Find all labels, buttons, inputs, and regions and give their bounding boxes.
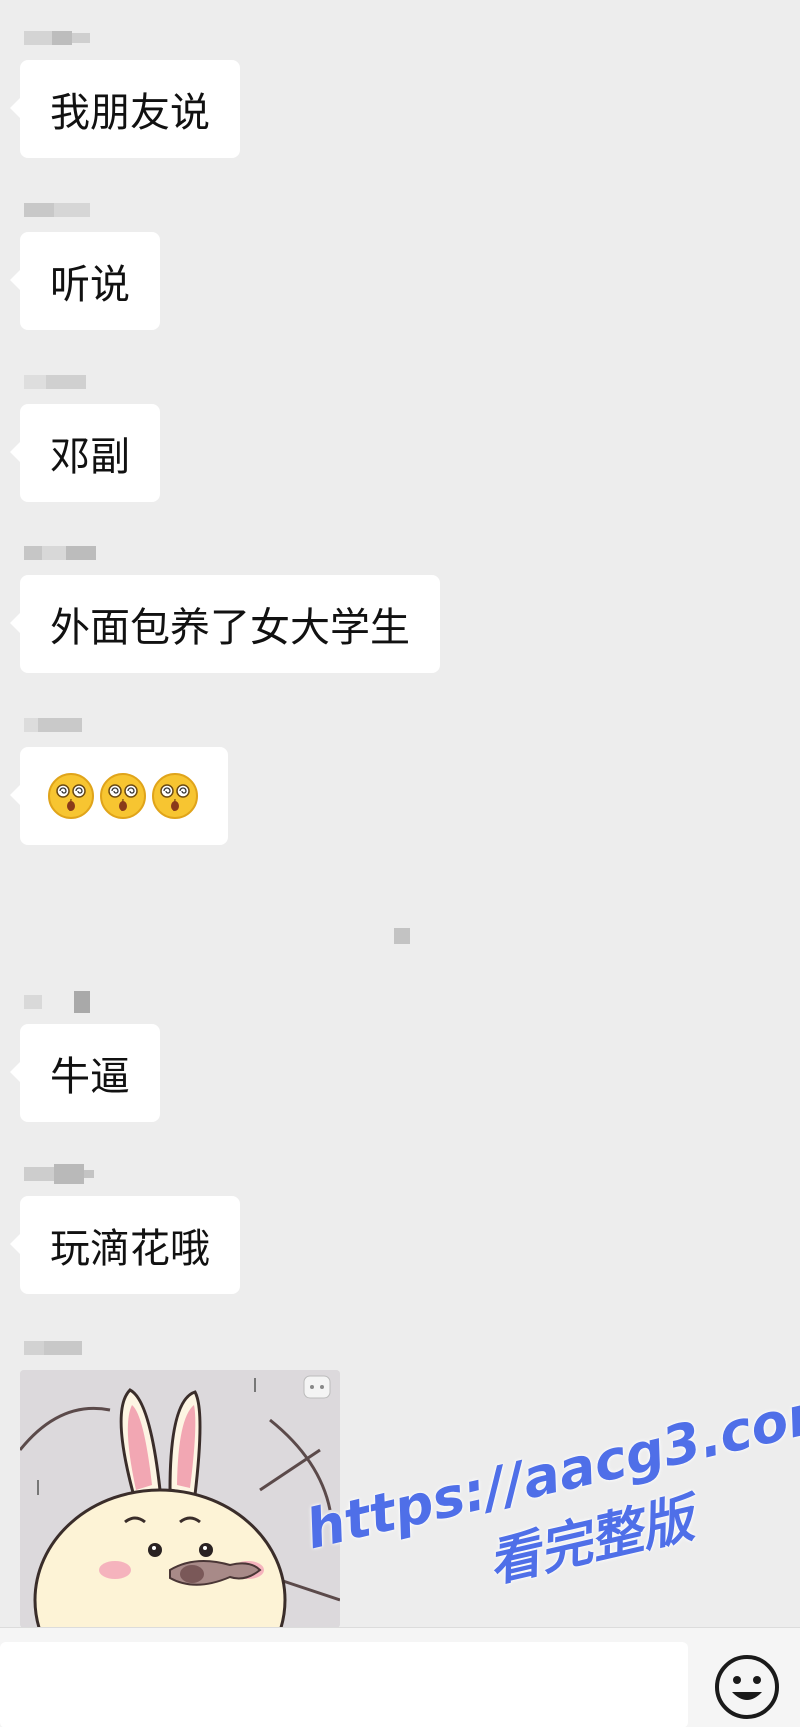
message-row — [10, 717, 228, 845]
message-bubble[interactable]: 外面包养了女大学生 — [10, 575, 440, 673]
sender-name-pixelated — [24, 374, 160, 390]
sender-name-pixelated — [24, 717, 228, 733]
chat-input-bar — [0, 1627, 800, 1727]
message-text: 牛逼 — [50, 1054, 130, 1100]
sender-name-pixelated — [24, 991, 160, 1013]
dizzy-coin-face-emoji — [100, 773, 146, 819]
message-row: 邓副 — [10, 374, 160, 502]
message-text: 邓副 — [50, 434, 130, 480]
bunny-eating-fish-sticker[interactable] — [20, 1370, 340, 1628]
dizzy-coin-face-emoji — [48, 773, 94, 819]
chat-area[interactable]: 我朋友说 听说 邓副 外面包养了女大学生 牛逼 玩滴花哦 — [0, 0, 800, 1628]
message-bubble[interactable]: 玩滴花哦 — [10, 1196, 240, 1294]
sender-name-pixelated — [24, 1164, 240, 1184]
message-bubble[interactable]: 我朋友说 — [10, 60, 240, 158]
smiley-face-icon[interactable] — [712, 1652, 782, 1722]
sender-name-pixelated — [24, 30, 240, 46]
dizzy-coin-face-emoji — [152, 773, 198, 819]
sender-name-pixelated — [24, 1340, 340, 1356]
message-input[interactable] — [0, 1642, 688, 1727]
message-row: 我朋友说 — [10, 30, 240, 158]
message-bubble[interactable] — [10, 747, 228, 845]
message-text: 我朋友说 — [50, 90, 210, 136]
message-row: 玩滴花哦 — [10, 1164, 240, 1294]
message-text: 听说 — [50, 262, 130, 308]
bunny-illustration — [20, 1370, 340, 1628]
sender-name-pixelated — [24, 202, 160, 218]
message-bubble[interactable]: 牛逼 — [10, 1024, 160, 1122]
message-row — [20, 1340, 340, 1628]
message-row: 听说 — [10, 202, 160, 330]
message-bubble[interactable]: 邓副 — [10, 404, 160, 502]
cat-watermark-icon — [303, 1375, 331, 1399]
message-row: 牛逼 — [10, 991, 160, 1122]
message-bubble[interactable]: 听说 — [10, 232, 160, 330]
message-row: 外面包养了女大学生 — [10, 545, 440, 673]
message-text: 外面包养了女大学生 — [50, 605, 410, 651]
message-text: 玩滴花哦 — [50, 1226, 210, 1272]
system-timestamp-pixelated — [394, 928, 410, 944]
sender-name-pixelated — [24, 545, 440, 561]
